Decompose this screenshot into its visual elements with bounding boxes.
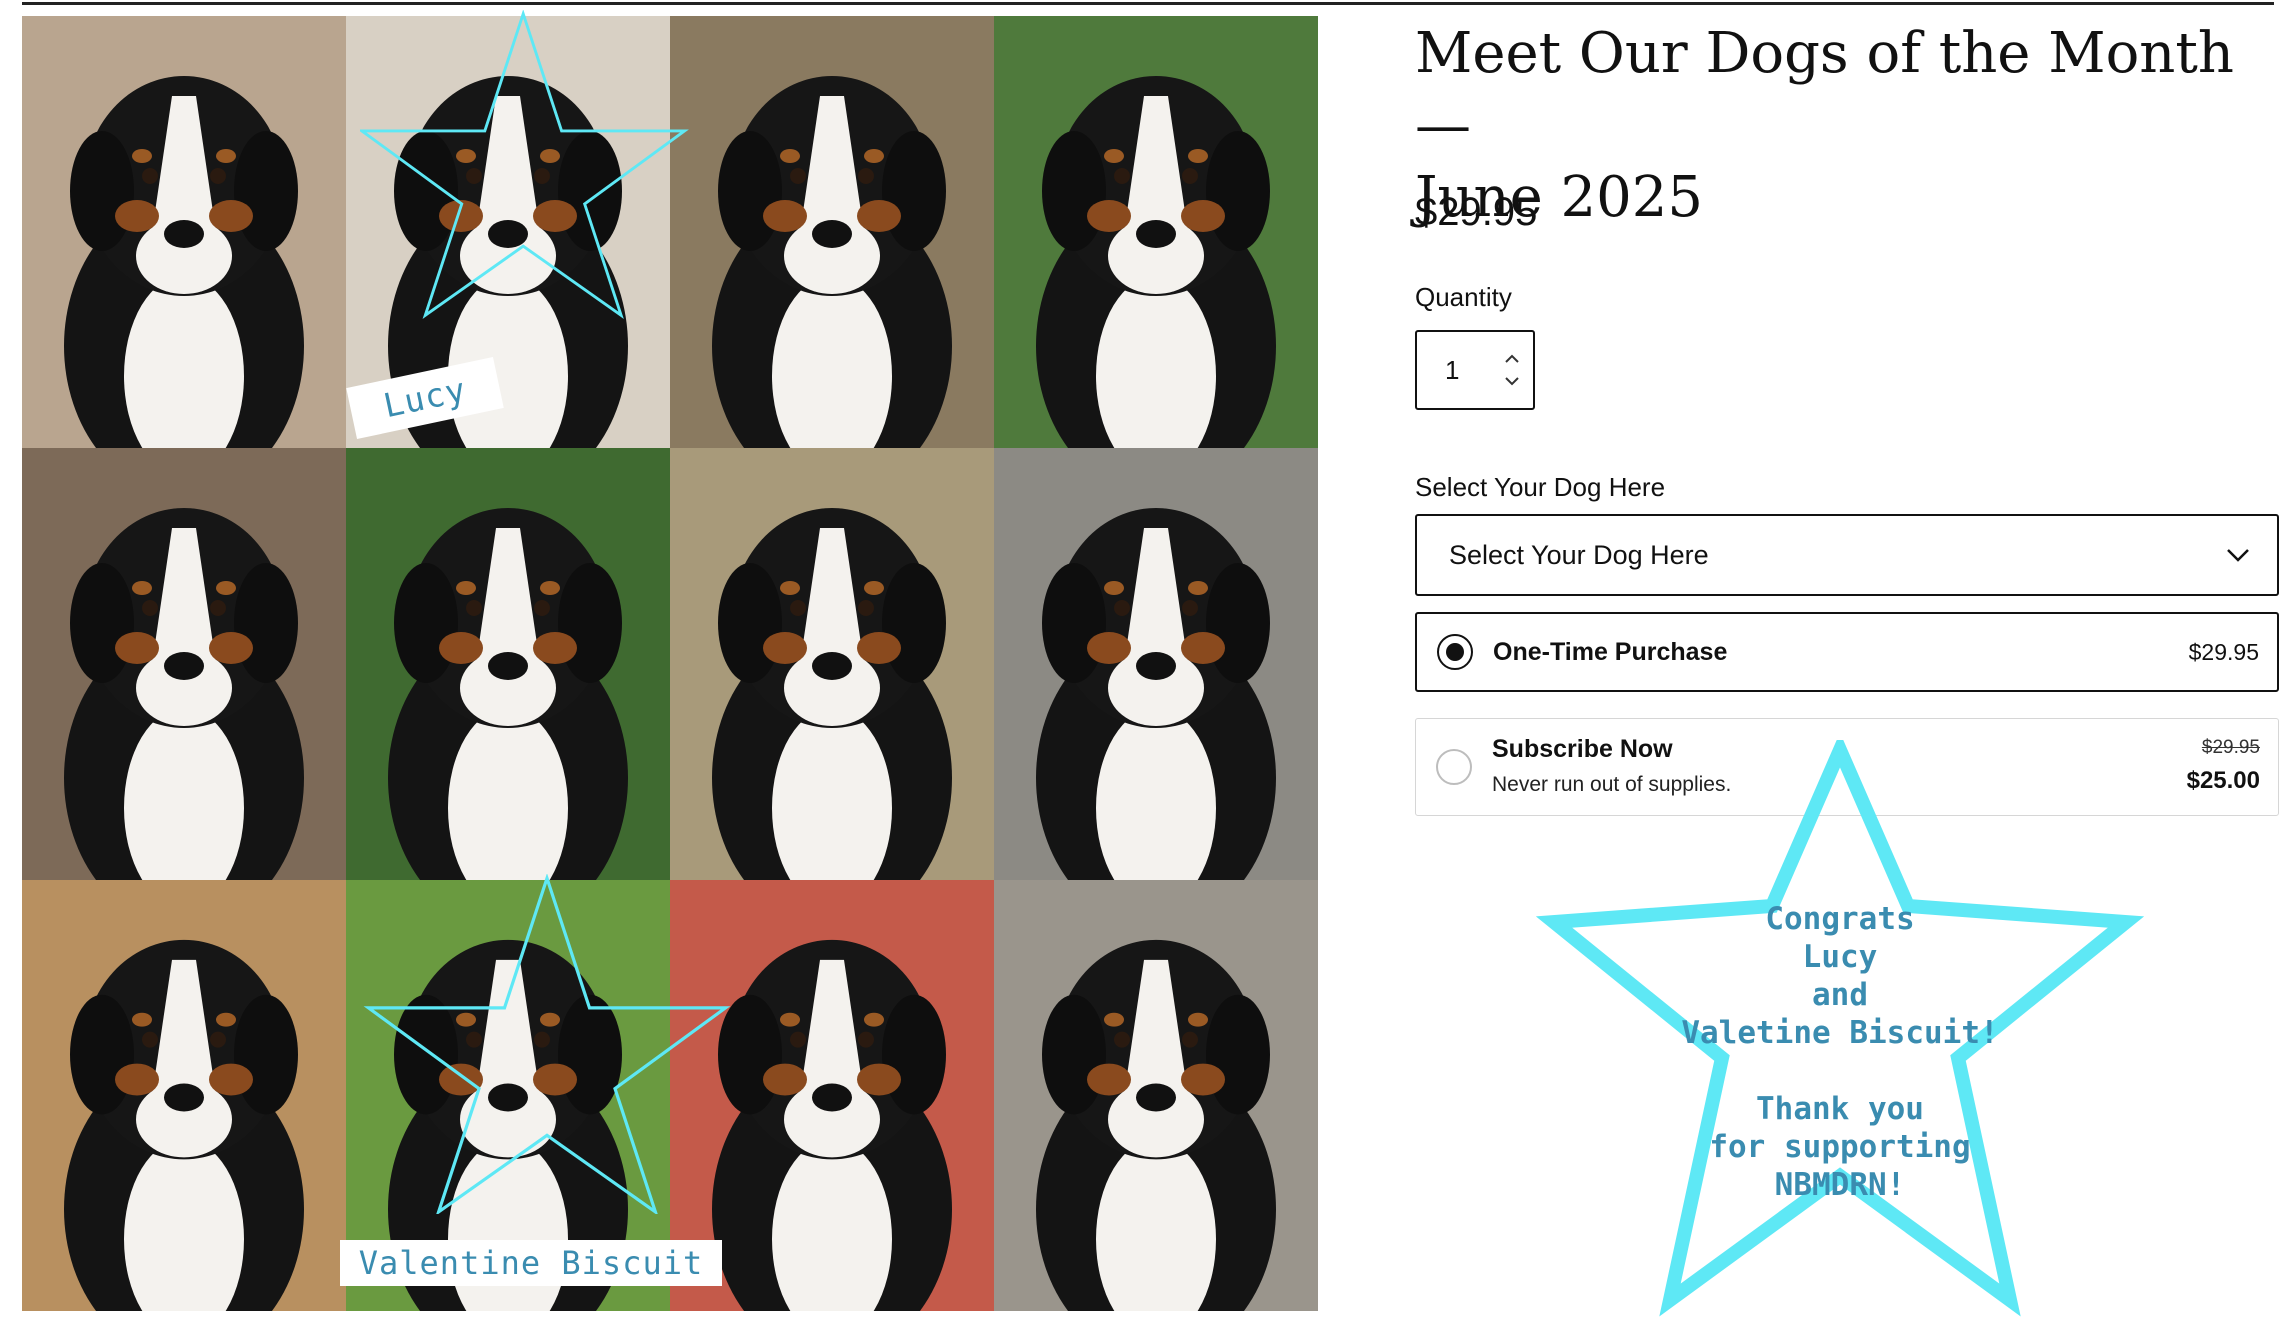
dog-photo-12 [994,880,1318,1311]
dog-photo-1 [22,16,346,448]
dog-photo-8 [994,448,1318,880]
congrats-line: for supporting [1709,1129,1971,1165]
congrats-line: and [1812,977,1868,1013]
chevron-down-icon[interactable] [2225,544,2251,566]
quantity-value[interactable]: 1 [1445,332,1459,408]
dog-photo-9 [22,880,346,1311]
radio-selected-icon[interactable] [1437,634,1473,670]
congrats-line: Lucy [1802,939,1878,975]
option-subscribe-label: Subscribe Now [1492,735,1673,763]
option-one-time-price: $29.95 [2188,639,2259,665]
option-subscribe-now[interactable]: Subscribe Now Never run out of supplies.… [1415,718,2279,816]
select-dog-dropdown[interactable]: Select Your Dog Here [1415,514,2279,596]
dog-photo-4 [994,16,1318,448]
product-title: Meet Our Dogs of the Month — June 2025 [1415,18,2235,234]
congrats-line: Valetine Biscuit! [1681,1015,1999,1051]
congrats-line: Thank you [1756,1091,1924,1127]
option-subscribe-price: $25.00 [2186,767,2260,794]
dog-photo-7 [670,448,994,880]
option-one-time-purchase[interactable]: One-Time Purchase $29.95 [1415,612,2279,692]
congrats-line: NBMDRN! [1774,1167,1906,1203]
dog-photo-grid [22,16,1318,1311]
dog-photo-6 [346,448,670,880]
title-line-1: Meet Our Dogs of the Month — [1415,21,2234,158]
congrats-line: Congrats [1765,901,1915,937]
top-divider [22,2,2274,5]
option-subscribe-description: Never run out of supplies. [1492,773,1732,796]
option-subscribe-old-price: $29.95 [2201,737,2260,758]
dog-photo-5 [22,448,346,880]
product-price: $29.95 [1415,190,1538,234]
select-dog-value[interactable]: Select Your Dog Here [1449,516,1709,594]
congrats-message: Congrats Lucy and Valetine Biscuit! Thank yo… [1680,900,2000,1204]
radio-unselected-icon[interactable] [1436,749,1472,785]
congrats-line [1680,1052,2000,1090]
select-dog-label: Select Your Dog Here [1415,472,1666,502]
stepper-arrows-icon[interactable] [1501,346,1523,394]
quantity-label: Quantity [1415,282,1512,312]
quantity-stepper[interactable]: 1 [1415,330,1535,410]
dog-photo-3 [670,16,994,448]
option-one-time-label: One-Time Purchase [1493,638,1728,666]
caption-valentine-biscuit: Valentine Biscuit [340,1240,722,1286]
